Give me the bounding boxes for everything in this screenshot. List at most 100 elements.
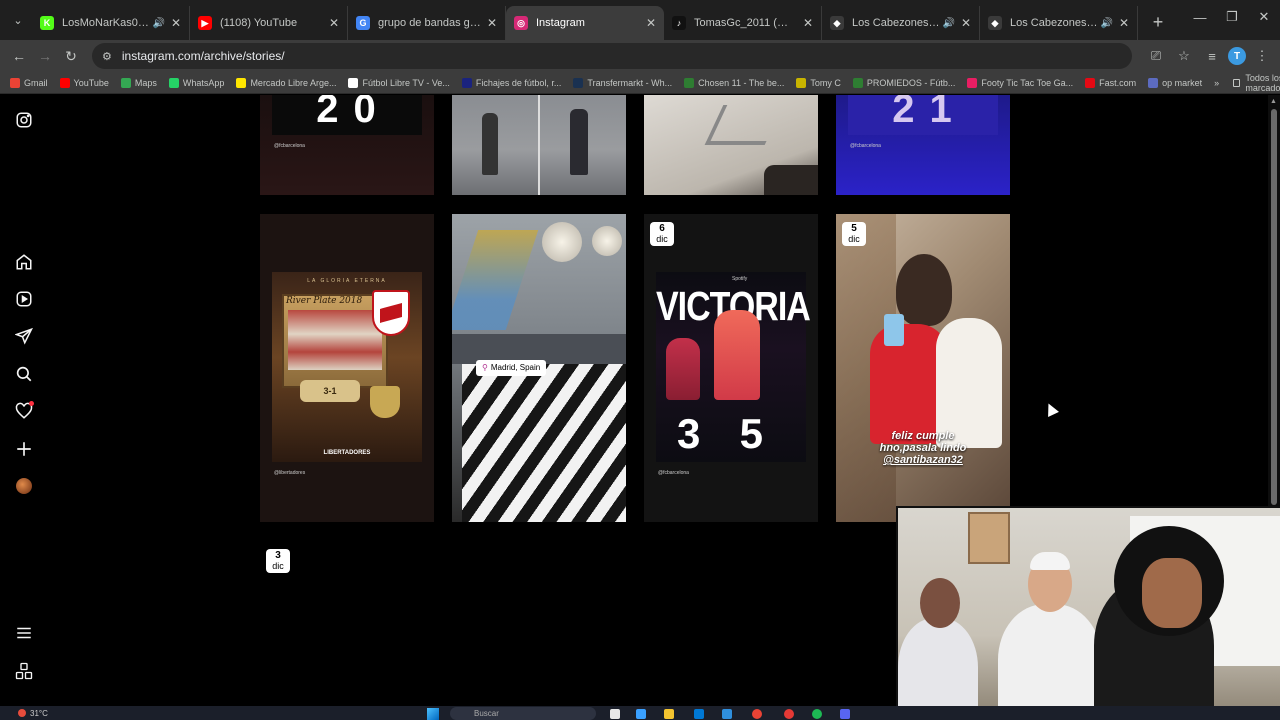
install-app-icon[interactable]: ⎚ bbox=[1144, 44, 1168, 68]
site-info-icon[interactable]: ⚙ bbox=[102, 50, 112, 63]
story-tile[interactable]: 2 1 @fcbarcelona bbox=[836, 95, 1010, 195]
reels-icon[interactable] bbox=[12, 287, 36, 311]
bookmark-item[interactable]: Gmail bbox=[10, 77, 48, 88]
browser-tab[interactable]: ◆ Los Cabezones: Copa Liber🔊 ✕ bbox=[822, 6, 980, 40]
story-tile[interactable]: 2 0 @fcbarcelona bbox=[260, 95, 434, 195]
bookmark-item[interactable]: Fichajes de fútbol, r... bbox=[461, 77, 562, 88]
search-icon[interactable] bbox=[12, 362, 36, 386]
bookmark-item[interactable]: Footy Tic Tac Toe Ga... bbox=[967, 77, 1073, 88]
browser-toolbar: ← → ↻ ⚙ instagram.com/archive/stories/ ⎚… bbox=[0, 40, 1280, 72]
caption-mention[interactable]: @santibazan32 bbox=[836, 454, 1010, 466]
tab-audio-icon[interactable]: 🔊 bbox=[942, 18, 954, 29]
bookmark-item[interactable]: op market bbox=[1148, 77, 1202, 88]
tab-audio-icon[interactable]: 🔊 bbox=[152, 18, 164, 29]
tab-close-icon[interactable]: ✕ bbox=[1119, 16, 1129, 30]
instagram-logo-icon[interactable] bbox=[12, 108, 36, 132]
browser-tab[interactable]: K LosMoNarKas01 Stream - V🔊 ✕ bbox=[32, 6, 190, 40]
scroll-up-icon[interactable]: ▲ bbox=[1270, 98, 1277, 105]
story-caption: feliz cumple hno,pasala lindo @santibaza… bbox=[836, 430, 1010, 466]
browser-tab[interactable]: Ggrupo de bandas gta 5 - Busca ✕ bbox=[348, 6, 506, 40]
tab-close-icon[interactable]: ✕ bbox=[803, 16, 813, 30]
home-icon[interactable] bbox=[12, 250, 36, 274]
close-window-icon[interactable]: ✕ bbox=[1248, 0, 1280, 34]
story-tile[interactable]: LA GLORIA ETERNA River Plate 2018 3-1 LI… bbox=[260, 214, 434, 522]
window-controls: — ❐ ✕ bbox=[1184, 0, 1280, 34]
story-tile[interactable] bbox=[644, 95, 818, 195]
file-explorer-icon[interactable] bbox=[664, 709, 674, 719]
more-menu-icon[interactable] bbox=[12, 621, 36, 645]
tab-close-icon[interactable]: ✕ bbox=[487, 16, 497, 30]
create-plus-icon[interactable] bbox=[12, 437, 36, 461]
bookmark-item[interactable]: Tomy C bbox=[796, 77, 841, 88]
tab-close-icon[interactable]: ✕ bbox=[329, 16, 339, 30]
taskbar-search[interactable]: Buscar bbox=[450, 707, 596, 720]
story-date-badge: 6 dic bbox=[650, 222, 674, 246]
task-view-icon[interactable] bbox=[610, 709, 620, 719]
minimize-icon[interactable]: — bbox=[1184, 0, 1216, 34]
toolbar-actions: ⎚ ☆ ≡ T ⋮ bbox=[1140, 44, 1274, 68]
profile-avatar[interactable]: T bbox=[1228, 47, 1246, 65]
bookmark-item[interactable]: Mercado Libre Arge... bbox=[236, 77, 337, 88]
story-handle: @libertadores bbox=[274, 470, 306, 476]
story-overlay-text: 2 0 bbox=[316, 95, 378, 131]
bookmark-item[interactable]: Fútbol Libre TV - Ve... bbox=[348, 77, 450, 88]
weather-widget[interactable]: 31°C bbox=[18, 709, 48, 718]
chrome-taskbar-icon[interactable] bbox=[752, 709, 762, 719]
bookmark-item[interactable]: YouTube bbox=[59, 77, 109, 88]
story-tile[interactable] bbox=[452, 95, 626, 195]
tab-search-chevron-icon[interactable]: ⌄ bbox=[6, 6, 30, 34]
address-bar[interactable]: ⚙ instagram.com/archive/stories/ bbox=[92, 43, 1132, 69]
all-bookmarks-folder[interactable]: Todos los marcadores bbox=[1233, 73, 1280, 93]
bookmark-label: Fichajes de fútbol, r... bbox=[475, 77, 562, 88]
profile-avatar-icon[interactable] bbox=[12, 474, 36, 498]
tab-close-icon[interactable]: ✕ bbox=[961, 16, 971, 30]
browser-tab[interactable]: ◎ Instagram ✕ bbox=[506, 6, 664, 40]
story-tile[interactable]: ⚲ Madrid, Spain bbox=[452, 214, 626, 522]
also-from-meta-icon[interactable] bbox=[12, 659, 36, 683]
reload-icon[interactable]: ↻ bbox=[58, 43, 84, 69]
bookmark-item[interactable]: Fast.com bbox=[1085, 77, 1136, 88]
bookmark-label: Mercado Libre Arge... bbox=[250, 77, 337, 88]
tab-close-icon[interactable]: ✕ bbox=[171, 16, 181, 30]
story-title: River Plate 2018 bbox=[286, 296, 363, 306]
forward-arrow-icon[interactable]: → bbox=[32, 43, 58, 69]
bookmark-item[interactable]: Maps bbox=[120, 77, 157, 88]
copilot-icon[interactable] bbox=[636, 709, 646, 719]
browser-tab[interactable]: ♪ TomasGc_2011 (@tomicos2011 ✕ bbox=[664, 6, 822, 40]
bookmark-label: Maps bbox=[134, 77, 157, 88]
spotify-icon[interactable] bbox=[812, 709, 822, 719]
notifications-heart-icon[interactable] bbox=[12, 399, 36, 423]
app-taskbar-icon[interactable] bbox=[784, 709, 794, 719]
browser-tab[interactable]: ◆ Los Cabezones: La Copa M🔊 ✕ bbox=[980, 6, 1138, 40]
bookmark-favicon-icon bbox=[120, 77, 131, 88]
bookmark-item[interactable]: Chosen 11 - The be... bbox=[684, 77, 784, 88]
bookmark-item[interactable]: WhatsApp bbox=[168, 77, 225, 88]
story-handle: @fcbarcelona bbox=[274, 143, 305, 149]
bookmark-item[interactable]: Transfermarkt - Wh... bbox=[573, 77, 672, 88]
back-arrow-icon[interactable]: ← bbox=[6, 43, 32, 69]
tab-audio-icon[interactable]: 🔊 bbox=[1100, 18, 1112, 29]
media-controls-icon[interactable]: ≡ bbox=[1200, 44, 1224, 68]
restore-icon[interactable]: ❐ bbox=[1216, 0, 1248, 34]
bookmark-label: WhatsApp bbox=[182, 77, 225, 88]
bookmarks-overflow-icon[interactable]: » bbox=[1214, 78, 1219, 88]
scroll-thumb[interactable] bbox=[1271, 109, 1277, 505]
bookmark-item[interactable]: PROMIEDOS - Fútb... bbox=[852, 77, 955, 88]
story-tile[interactable]: 6 dic Spotify VICTORIA 3 5 @fcbarcelona bbox=[644, 214, 818, 522]
bookmark-star-icon[interactable]: ☆ bbox=[1172, 44, 1196, 68]
story-tile[interactable]: 3 dic bbox=[260, 541, 434, 720]
bookmark-favicon-icon bbox=[1085, 77, 1096, 88]
start-button[interactable] bbox=[427, 708, 439, 720]
browser-tab[interactable]: ▶ (1108) YouTube ✕ bbox=[190, 6, 348, 40]
vscode-icon[interactable] bbox=[722, 709, 732, 719]
bookmark-label: YouTube bbox=[73, 77, 109, 88]
messages-icon[interactable] bbox=[12, 324, 36, 348]
bookmarks-bar: Gmail YouTube Maps WhatsApp Mercado Libre Ar… bbox=[0, 72, 1280, 94]
chrome-menu-icon[interactable]: ⋮ bbox=[1250, 44, 1274, 68]
story-tile[interactable]: 5 dic feliz cumple hno,pasala lindo @sant… bbox=[836, 214, 1010, 522]
tab-close-icon[interactable]: ✕ bbox=[646, 16, 656, 30]
store-icon[interactable] bbox=[694, 709, 704, 719]
new-tab-button[interactable]: + bbox=[1144, 8, 1172, 36]
location-sticker[interactable]: ⚲ Madrid, Spain bbox=[476, 360, 547, 376]
discord-icon[interactable] bbox=[840, 709, 850, 719]
